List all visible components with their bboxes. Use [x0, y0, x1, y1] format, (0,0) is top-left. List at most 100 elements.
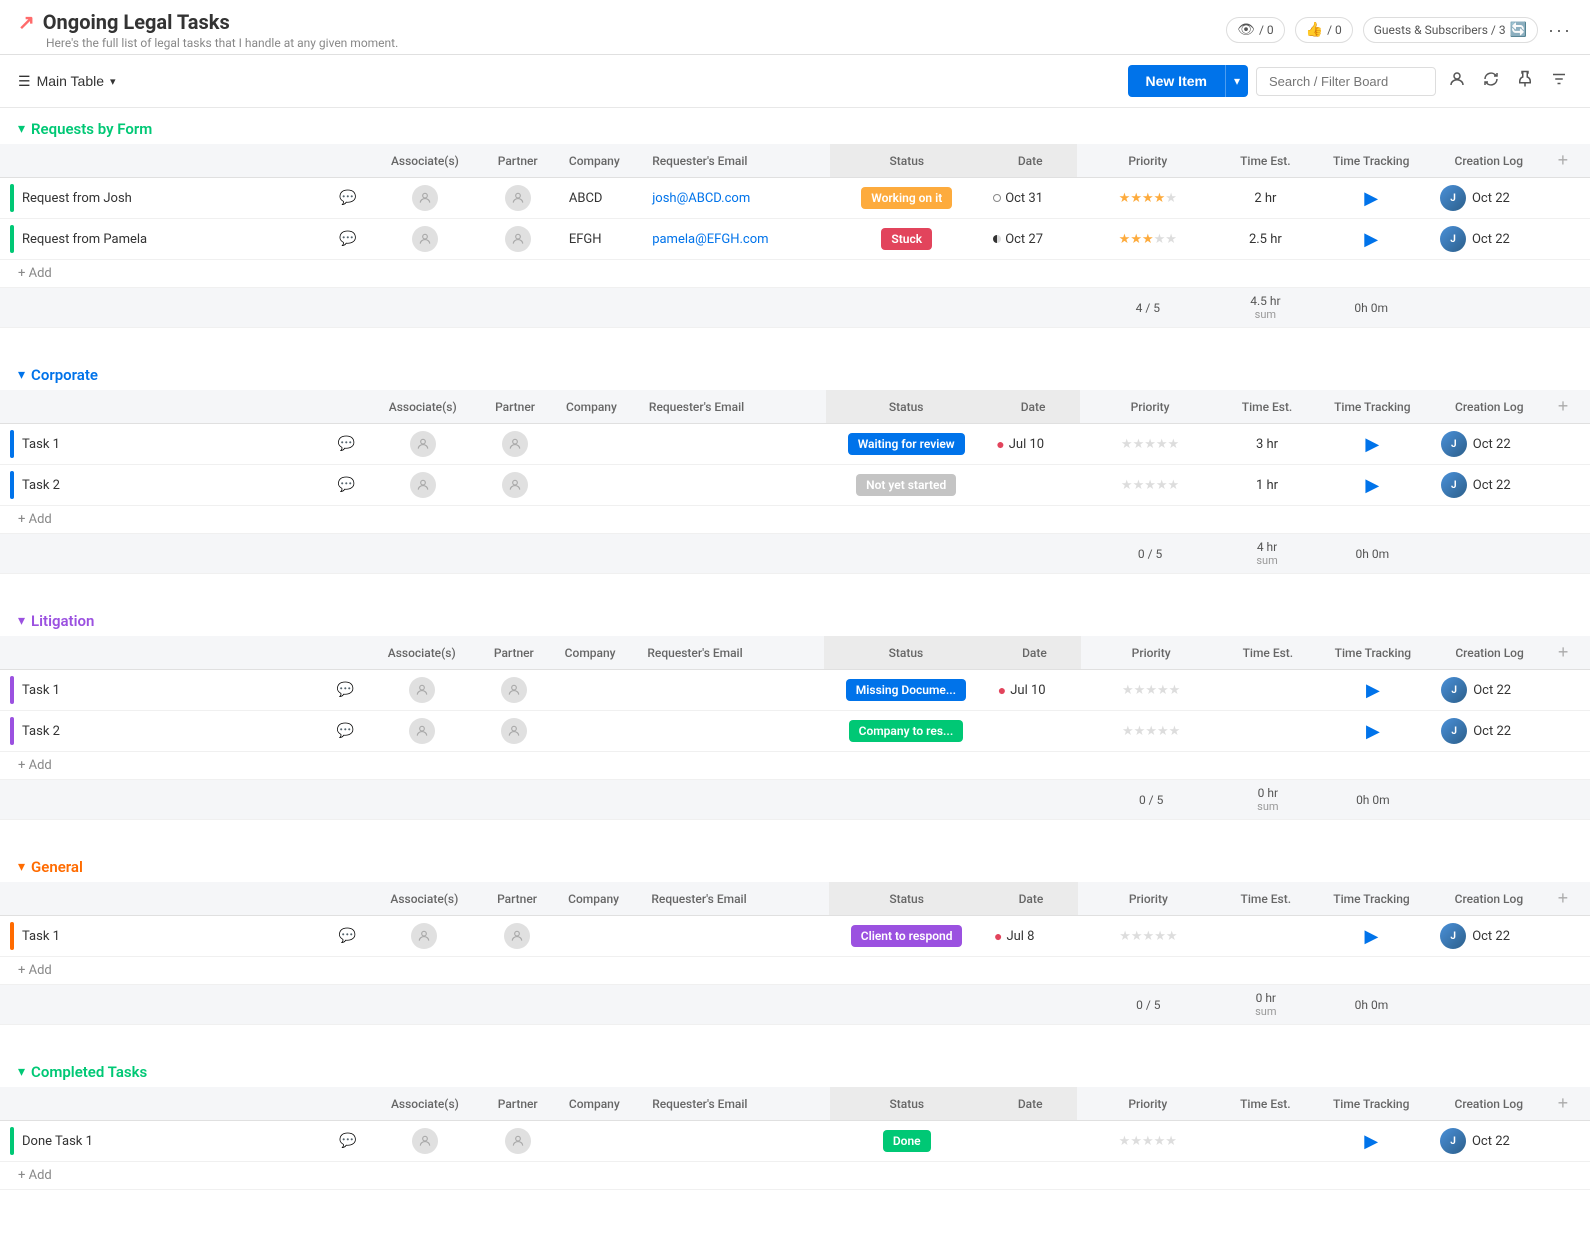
- add-row-cell[interactable]: + Add: [0, 260, 1590, 288]
- add-row[interactable]: + Add: [0, 1162, 1590, 1190]
- add-row-cell[interactable]: + Add: [0, 957, 1590, 985]
- row-timetrack-cell[interactable]: ▶: [1312, 178, 1430, 219]
- row-timetrack-cell[interactable]: ▶: [1315, 670, 1432, 711]
- row-status-cell[interactable]: Waiting for review: [826, 424, 986, 465]
- row-priority-cell[interactable]: ★★★★★: [1077, 1121, 1218, 1162]
- partner-avatar[interactable]: [501, 718, 527, 744]
- row-date-cell[interactable]: [986, 465, 1080, 506]
- add-row[interactable]: + Add: [0, 752, 1590, 780]
- play-button[interactable]: ▶: [1366, 721, 1380, 742]
- chat-icon[interactable]: 💬: [339, 231, 356, 247]
- partner-avatar[interactable]: [505, 226, 531, 252]
- row-status-cell[interactable]: Not yet started: [826, 465, 986, 506]
- row-date-cell[interactable]: ● Jul 8: [984, 916, 1078, 957]
- row-date-cell[interactable]: ● Jul 10: [986, 424, 1080, 465]
- group-collapse-icon[interactable]: ▾: [18, 121, 25, 137]
- add-column-button[interactable]: +: [1558, 888, 1569, 909]
- row-date-cell[interactable]: [983, 1121, 1077, 1162]
- row-status-cell[interactable]: Company to res...: [824, 711, 988, 752]
- group-collapse-icon[interactable]: ▾: [18, 859, 25, 875]
- eye-count-pill[interactable]: 👁 / 0: [1226, 17, 1284, 43]
- group-title-requests[interactable]: Requests by Form: [31, 120, 152, 138]
- row-timetrack-cell[interactable]: ▶: [1315, 711, 1432, 752]
- play-button[interactable]: ▶: [1365, 475, 1379, 496]
- chat-icon[interactable]: 💬: [339, 1133, 356, 1149]
- chat-icon[interactable]: 💬: [339, 928, 356, 944]
- row-status-cell[interactable]: Client to respond: [829, 916, 984, 957]
- refresh-icon-button[interactable]: [1478, 66, 1504, 97]
- row-date-cell[interactable]: [988, 711, 1081, 752]
- row-status-cell[interactable]: Working on it: [830, 178, 983, 219]
- row-date-cell[interactable]: Oct 27: [983, 219, 1077, 260]
- group-title-litigation[interactable]: Litigation: [31, 612, 94, 630]
- user-icon-button[interactable]: [1444, 66, 1470, 97]
- play-button[interactable]: ▶: [1364, 188, 1378, 209]
- chat-icon[interactable]: 💬: [339, 190, 356, 206]
- chat-icon[interactable]: 💬: [337, 723, 354, 739]
- group-title-corporate[interactable]: Corporate: [31, 366, 98, 384]
- filter-icon-button[interactable]: [1546, 66, 1572, 97]
- row-timetrack-cell[interactable]: ▶: [1313, 916, 1430, 957]
- partner-avatar[interactable]: [501, 677, 527, 703]
- group-collapse-icon[interactable]: ▾: [18, 1064, 25, 1080]
- associates-avatar[interactable]: [412, 185, 438, 211]
- like-count-pill[interactable]: 👍 / 0: [1295, 17, 1353, 43]
- play-button[interactable]: ▶: [1364, 229, 1378, 250]
- email-link[interactable]: pamela@EFGH.com: [652, 232, 768, 247]
- row-priority-cell[interactable]: ★★★★★: [1081, 711, 1221, 752]
- row-date-cell[interactable]: ● Jul 10: [988, 670, 1081, 711]
- partner-avatar[interactable]: [502, 472, 528, 498]
- play-button[interactable]: ▶: [1365, 434, 1379, 455]
- chat-icon[interactable]: 💬: [338, 477, 355, 493]
- associates-avatar[interactable]: [409, 677, 435, 703]
- row-status-cell[interactable]: Done: [830, 1121, 983, 1162]
- row-status-cell[interactable]: Missing Docume...: [824, 670, 988, 711]
- row-timetrack-cell[interactable]: ▶: [1314, 465, 1431, 506]
- row-timetrack-cell[interactable]: ▶: [1312, 219, 1430, 260]
- row-priority-cell[interactable]: ★★★★★: [1077, 219, 1218, 260]
- play-button[interactable]: ▶: [1365, 926, 1379, 947]
- associates-avatar[interactable]: [410, 472, 436, 498]
- associates-avatar[interactable]: [412, 1128, 438, 1154]
- add-column-button[interactable]: +: [1558, 1093, 1569, 1114]
- add-column-button[interactable]: +: [1558, 150, 1569, 171]
- row-priority-cell[interactable]: ★★★★★: [1077, 178, 1218, 219]
- add-row-cell[interactable]: + Add: [0, 506, 1590, 534]
- row-status-cell[interactable]: Stuck: [830, 219, 983, 260]
- row-priority-cell[interactable]: ★★★★★: [1080, 465, 1220, 506]
- main-table-button[interactable]: ☰ Main Table ▾: [18, 73, 116, 90]
- associates-avatar[interactable]: [410, 431, 436, 457]
- email-link[interactable]: josh@ABCD.com: [652, 191, 750, 206]
- add-row[interactable]: + Add: [0, 506, 1590, 534]
- row-timetrack-cell[interactable]: ▶: [1312, 1121, 1430, 1162]
- row-timetrack-cell[interactable]: ▶: [1314, 424, 1431, 465]
- play-button[interactable]: ▶: [1364, 1131, 1378, 1152]
- associates-avatar[interactable]: [409, 718, 435, 744]
- pin-icon-button[interactable]: [1512, 66, 1538, 97]
- associates-avatar[interactable]: [411, 923, 437, 949]
- guests-pill[interactable]: Guests & Subscribers / 3 🔄: [1363, 17, 1538, 43]
- add-column-button[interactable]: +: [1558, 396, 1569, 417]
- group-title-general[interactable]: General: [31, 858, 83, 876]
- add-row-cell[interactable]: + Add: [0, 752, 1590, 780]
- add-row[interactable]: + Add: [0, 957, 1590, 985]
- partner-avatar[interactable]: [505, 185, 531, 211]
- play-button[interactable]: ▶: [1366, 680, 1380, 701]
- row-priority-cell[interactable]: ★★★★★: [1078, 916, 1219, 957]
- partner-avatar[interactable]: [502, 431, 528, 457]
- more-options-button[interactable]: ···: [1548, 20, 1572, 41]
- group-collapse-icon[interactable]: ▾: [18, 613, 25, 629]
- new-item-dropdown-button[interactable]: ▾: [1225, 65, 1248, 97]
- new-item-button[interactable]: New Item: [1128, 65, 1225, 97]
- add-row-cell[interactable]: + Add: [0, 1162, 1590, 1190]
- add-column-button[interactable]: +: [1558, 642, 1569, 663]
- group-collapse-icon[interactable]: ▾: [18, 367, 25, 383]
- chat-icon[interactable]: 💬: [338, 436, 355, 452]
- row-priority-cell[interactable]: ★★★★★: [1080, 424, 1220, 465]
- add-row[interactable]: + Add: [0, 260, 1590, 288]
- chat-icon[interactable]: 💬: [337, 682, 354, 698]
- row-date-cell[interactable]: Oct 31: [983, 178, 1077, 219]
- associates-avatar[interactable]: [412, 226, 438, 252]
- group-title-completed[interactable]: Completed Tasks: [31, 1063, 147, 1081]
- row-priority-cell[interactable]: ★★★★★: [1081, 670, 1221, 711]
